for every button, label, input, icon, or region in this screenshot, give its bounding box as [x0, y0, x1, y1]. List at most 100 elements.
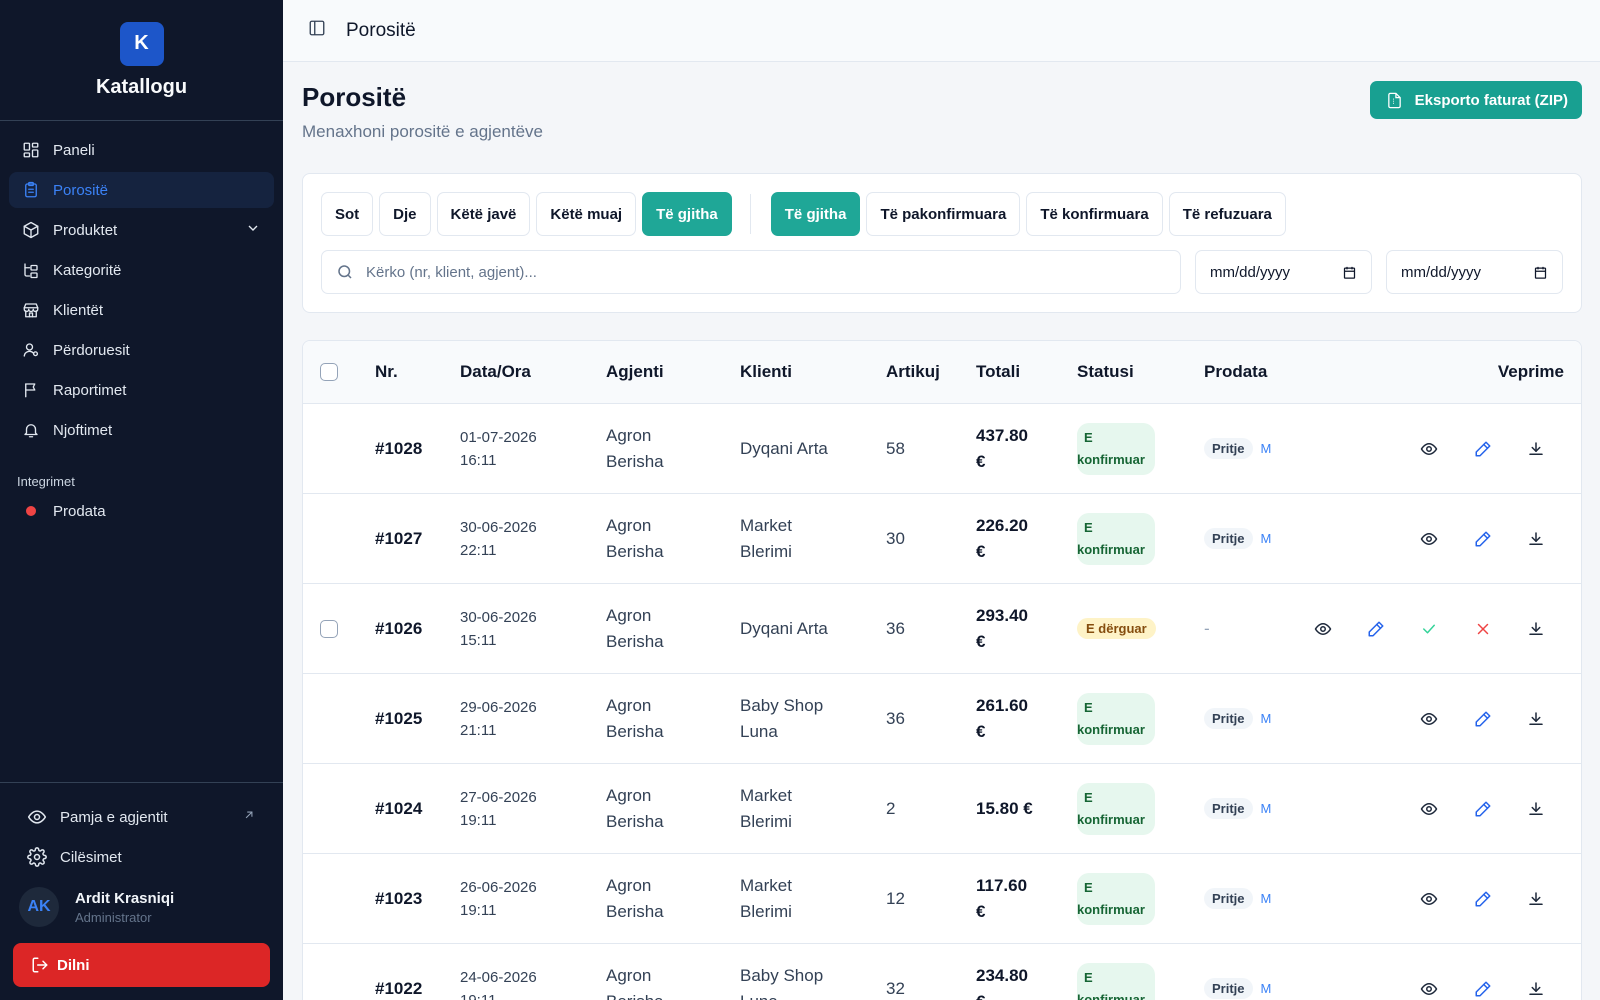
- order-number[interactable]: #1022: [375, 944, 422, 1000]
- total-currency: €: [976, 631, 986, 651]
- edit-icon[interactable]: [1471, 854, 1495, 943]
- edit-icon[interactable]: [1471, 494, 1495, 583]
- period-chip-today[interactable]: Sot: [321, 192, 374, 236]
- download-icon[interactable]: [1524, 854, 1548, 943]
- edit-icon[interactable]: [1364, 584, 1388, 673]
- col-nr[interactable]: Nr.: [375, 341, 398, 403]
- period-chip-yesterday[interactable]: Dje: [379, 192, 431, 236]
- order-time: 19:11: [460, 901, 497, 919]
- order-number[interactable]: #1028: [375, 404, 422, 493]
- reject-x-icon[interactable]: [1471, 584, 1495, 673]
- edit-icon[interactable]: [1471, 764, 1495, 853]
- agent-last: Berisha: [606, 631, 664, 651]
- table-row[interactable]: #1022 24-06-2026 19:11 Agron Berisha Baby …: [303, 944, 1581, 1000]
- view-icon[interactable]: [1417, 674, 1441, 763]
- table-row[interactable]: #1028 01-07-2026 16:11 Agron Berisha Dyqan…: [303, 404, 1581, 494]
- order-number[interactable]: #1024: [375, 764, 422, 853]
- order-number[interactable]: #1027: [375, 494, 422, 583]
- download-icon[interactable]: [1524, 764, 1548, 853]
- view-icon[interactable]: [1417, 404, 1441, 493]
- user-role: Administrator: [75, 909, 152, 925]
- order-time: 21:11: [460, 721, 497, 739]
- confirm-check-icon[interactable]: [1417, 584, 1441, 673]
- status-badge: Ekonfirmuar: [1077, 692, 1155, 745]
- sidebar-toggle-icon[interactable]: [308, 19, 326, 42]
- agent-first: Agron: [606, 965, 652, 985]
- agent-last: Berisha: [606, 811, 664, 831]
- table-row[interactable]: #1025 29-06-2026 21:11 Agron Berisha Baby …: [303, 674, 1581, 764]
- sidebar-item-kategorite[interactable]: Kategoritë: [9, 252, 274, 288]
- agent-last: Berisha: [606, 451, 664, 471]
- calendar-icon[interactable]: [1533, 265, 1548, 280]
- chevron-down-icon[interactable]: [245, 220, 261, 240]
- col-agent[interactable]: Agjenti: [606, 341, 664, 403]
- edit-icon[interactable]: [1471, 404, 1495, 493]
- col-date[interactable]: Data/Ora: [460, 341, 531, 403]
- status-chip-unconfirmed[interactable]: Të pakonfirmuara: [866, 192, 1021, 236]
- agent-first: Agron: [606, 515, 652, 535]
- sidebar-item-prodata[interactable]: Prodata: [9, 493, 274, 529]
- sidebar-item-perdoruesit[interactable]: Përdoruesit: [9, 332, 274, 368]
- order-number[interactable]: #1025: [375, 674, 422, 763]
- download-icon[interactable]: [1524, 494, 1548, 583]
- sidebar-item-njoftimet[interactable]: Njoftimet: [9, 412, 274, 448]
- row-checkbox[interactable]: [320, 619, 338, 638]
- sidebar-item-label: Porositë: [53, 181, 109, 199]
- prodata-status: Pritje: [1204, 888, 1253, 909]
- status-chip-all[interactable]: Të gjitha: [770, 192, 861, 236]
- download-icon[interactable]: [1524, 404, 1548, 493]
- period-chip-month[interactable]: Këtë muaj: [536, 192, 637, 236]
- view-icon[interactable]: [1417, 944, 1441, 1000]
- download-icon[interactable]: [1524, 584, 1548, 673]
- sidebar-item-produktet[interactable]: Produktet: [9, 212, 274, 248]
- logout-button[interactable]: Dilni: [13, 943, 270, 987]
- app-logo[interactable]: K: [119, 21, 164, 66]
- client-name-2: Luna: [740, 989, 823, 1000]
- date-from-input[interactable]: mm/dd/yyyy: [1195, 250, 1372, 294]
- sidebar-item-raportimet[interactable]: Raportimet: [9, 372, 274, 408]
- export-invoices-button[interactable]: Eksporto faturat (ZIP): [1369, 81, 1582, 119]
- col-client[interactable]: Klienti: [740, 341, 792, 403]
- dashboard-icon: [22, 141, 40, 159]
- calendar-icon[interactable]: [1342, 265, 1357, 280]
- table-header: Nr. Data/Ora Agjenti Klienti Artikuj Tot…: [303, 341, 1581, 404]
- status-chip-confirmed[interactable]: Të konfirmuara: [1026, 192, 1163, 236]
- search-input[interactable]: [366, 263, 1166, 281]
- sidebar-item-porosite[interactable]: Porositë: [9, 172, 274, 208]
- total-value: 437.80: [976, 425, 1028, 445]
- agent-view-link[interactable]: Pamja e agjentit: [14, 799, 269, 835]
- col-prodata[interactable]: Prodata: [1204, 341, 1267, 403]
- table-row[interactable]: #1026 30-06-2026 15:11 Agron Berisha Dyqan…: [303, 584, 1581, 674]
- col-status[interactable]: Statusi: [1077, 341, 1134, 403]
- table-row[interactable]: #1023 26-06-2026 19:11 Agron Berisha Marke…: [303, 854, 1581, 944]
- total-currency: €: [976, 901, 986, 921]
- col-total[interactable]: Totali: [976, 341, 1020, 403]
- period-chip-week[interactable]: Këtë javë: [436, 192, 531, 236]
- edit-icon[interactable]: [1471, 674, 1495, 763]
- sidebar-item-paneli[interactable]: Paneli: [9, 132, 274, 168]
- sidebar-item-label: Produktet: [53, 221, 118, 239]
- view-icon[interactable]: [1311, 584, 1335, 673]
- settings-link[interactable]: Cilësimet: [14, 839, 269, 875]
- download-icon[interactable]: [1524, 944, 1548, 1000]
- date-to-input[interactable]: mm/dd/yyyy: [1386, 250, 1563, 294]
- period-chip-all[interactable]: Të gjitha: [642, 192, 732, 236]
- view-icon[interactable]: [1417, 854, 1441, 943]
- view-icon[interactable]: [1417, 494, 1441, 583]
- order-number[interactable]: #1023: [375, 854, 422, 943]
- status-chip-rejected[interactable]: Të refuzuara: [1168, 192, 1286, 236]
- table-row[interactable]: #1027 30-06-2026 22:11 Agron Berisha Marke…: [303, 494, 1581, 584]
- download-icon[interactable]: [1524, 674, 1548, 763]
- user-profile[interactable]: AK Ardit Krasniqi Administrator: [0, 879, 283, 935]
- col-items[interactable]: Artikuj: [886, 341, 940, 403]
- table-row[interactable]: #1024 27-06-2026 19:11 Agron Berisha Marke…: [303, 764, 1581, 854]
- status-badge: Ekonfirmuar: [1077, 962, 1155, 1000]
- settings-label: Cilësimet: [60, 848, 122, 866]
- edit-icon[interactable]: [1471, 944, 1495, 1000]
- select-all-checkbox[interactable]: [320, 363, 338, 381]
- status-line-2: konfirmuar: [1077, 991, 1145, 1000]
- sidebar-item-klientet[interactable]: Klientët: [9, 292, 274, 328]
- order-number[interactable]: #1026: [375, 584, 422, 673]
- view-icon[interactable]: [1417, 764, 1441, 853]
- col-actions: Veprime: [1497, 362, 1564, 381]
